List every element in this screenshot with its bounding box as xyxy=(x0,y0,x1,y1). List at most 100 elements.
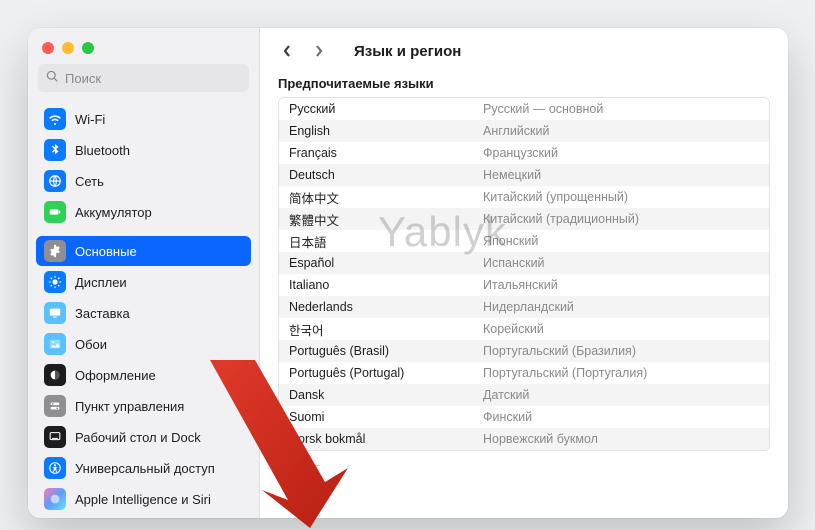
language-name: English xyxy=(279,124,479,138)
forward-button[interactable] xyxy=(310,42,328,60)
language-name: 日本語 xyxy=(279,232,479,251)
language-row[interactable]: EnglishАнглийский xyxy=(279,120,769,142)
header: Язык и регион xyxy=(260,28,788,66)
sidebar-item-accessibility[interactable]: Универсальный доступ xyxy=(36,453,251,483)
language-description: Итальянский xyxy=(479,278,769,292)
sidebar-item-appearance[interactable]: Оформление xyxy=(36,360,251,390)
add-language-button[interactable]: ＋ xyxy=(280,457,304,477)
language-row[interactable]: ItalianoИтальянский xyxy=(279,274,769,296)
language-name: Русский xyxy=(279,102,479,116)
sidebar-item-label: Заставка xyxy=(75,306,130,321)
language-name: Italiano xyxy=(279,278,479,292)
language-description: Португальский (Бразилия) xyxy=(479,344,769,358)
sidebar-item-label: Дисплеи xyxy=(75,275,127,290)
sidebar-item-label: Пункт управления xyxy=(75,399,184,414)
globe-icon xyxy=(44,170,66,192)
language-description: Корейский xyxy=(479,322,769,336)
gear-icon xyxy=(44,240,66,262)
language-name: Dansk xyxy=(279,388,479,402)
back-button[interactable] xyxy=(278,42,296,60)
sidebar-item-battery[interactable]: Аккумулятор xyxy=(36,197,251,227)
language-row[interactable]: NederlandsНидерландский xyxy=(279,296,769,318)
sidebar-item-displays[interactable]: Дисплеи xyxy=(36,267,251,297)
sidebar-item-spotlight[interactable]: Spotlight xyxy=(36,515,251,518)
search-input[interactable] xyxy=(65,71,241,86)
sidebar-item-screensaver[interactable]: Заставка xyxy=(36,298,251,328)
language-description: Английский xyxy=(479,124,769,138)
language-name: 한국어 xyxy=(279,320,479,339)
language-name: Português (Portugal) xyxy=(279,366,479,380)
language-description: Датский xyxy=(479,388,769,402)
sidebar-item-wallpaper[interactable]: Обои xyxy=(36,329,251,359)
screensaver-icon xyxy=(44,302,66,324)
language-name: 繁體中文 xyxy=(279,210,479,229)
sidebar-item-label: Apple Intelligence и Siri xyxy=(75,492,211,507)
search-wrap xyxy=(28,64,259,100)
language-row[interactable]: FrançaisФранцузский xyxy=(279,142,769,164)
sidebar-item-label: Сеть xyxy=(75,174,104,189)
language-row[interactable]: 한국어Корейский xyxy=(279,318,769,340)
language-row[interactable]: 日本語Японский xyxy=(279,230,769,252)
language-description: Норвежский букмол xyxy=(479,432,769,446)
language-name: Português (Brasil) xyxy=(279,344,479,358)
sidebar-item-general[interactable]: Основные xyxy=(36,236,251,266)
sidebar-item-wifi[interactable]: Wi-Fi xyxy=(36,104,251,134)
appearance-icon xyxy=(44,364,66,386)
language-description: Китайский (упрощенный) xyxy=(479,190,769,204)
accessibility-icon xyxy=(44,457,66,479)
language-name: Nederlands xyxy=(279,300,479,314)
sidebar-item-label: Аккумулятор xyxy=(75,205,152,220)
main: Язык и регион Предпочитаемые языки Русск… xyxy=(260,28,788,518)
sidebar-item-label: Универсальный доступ xyxy=(75,461,215,476)
language-description: Португальский (Португалия) xyxy=(479,366,769,380)
language-row[interactable]: Português (Brasil)Португальский (Бразили… xyxy=(279,340,769,362)
close-button[interactable] xyxy=(42,42,54,54)
remove-language-button[interactable]: − xyxy=(304,457,328,477)
battery-icon xyxy=(44,201,66,223)
language-description: Русский — основной xyxy=(479,102,769,116)
language-row[interactable]: EspañolИспанский xyxy=(279,252,769,274)
language-description: Японский xyxy=(479,234,769,248)
control-center-icon xyxy=(44,395,66,417)
language-description: Немецкий xyxy=(479,168,769,182)
content: Предпочитаемые языки РусскийРусский — ос… xyxy=(260,66,788,518)
wifi-icon xyxy=(44,108,66,130)
language-name: Norsk bokmål xyxy=(279,432,479,446)
sidebar-item-label: Обои xyxy=(75,337,107,352)
language-name: 简体中文 xyxy=(279,188,479,207)
language-row[interactable]: DanskДатский xyxy=(279,384,769,406)
language-row[interactable]: Português (Portugal)Португальский (Порту… xyxy=(279,362,769,384)
language-description: Французский xyxy=(479,146,769,160)
section-title: Предпочитаемые языки xyxy=(278,76,770,91)
language-name: Español xyxy=(279,256,479,270)
sidebar-item-control-center[interactable]: Пункт управления xyxy=(36,391,251,421)
language-description: Финский xyxy=(479,410,769,424)
search-field[interactable] xyxy=(38,64,249,92)
language-row[interactable]: DeutschНемецкий xyxy=(279,164,769,186)
language-row[interactable]: РусскийРусский — основной xyxy=(279,98,769,120)
sidebar-item-desktop-dock[interactable]: Рабочий стол и Dock xyxy=(36,422,251,452)
sidebar-item-bluetooth[interactable]: Bluetooth xyxy=(36,135,251,165)
language-row[interactable]: 简体中文Китайский (упрощенный) xyxy=(279,186,769,208)
sidebar-item-label: Bluetooth xyxy=(75,143,130,158)
minimize-button[interactable] xyxy=(62,42,74,54)
sidebar-item-label: Рабочий стол и Dock xyxy=(75,430,201,445)
siri-icon xyxy=(44,488,66,510)
maximize-button[interactable] xyxy=(82,42,94,54)
language-description: Испанский xyxy=(479,256,769,270)
language-row[interactable]: Norsk bokmålНорвежский букмол xyxy=(279,428,769,450)
language-name: Deutsch xyxy=(279,168,479,182)
language-row[interactable]: 繁體中文Китайский (традиционный) xyxy=(279,208,769,230)
sidebar-item-network[interactable]: Сеть xyxy=(36,166,251,196)
sidebar-item-label: Оформление xyxy=(75,368,156,383)
search-icon xyxy=(46,70,65,86)
sidebar: Wi-Fi Bluetooth Сеть Аккумулятор xyxy=(28,28,260,518)
sidebar-item-label: Wi-Fi xyxy=(75,112,105,127)
desktop-dock-icon xyxy=(44,426,66,448)
sidebar-item-label: Основные xyxy=(75,244,137,259)
sidebar-item-siri[interactable]: Apple Intelligence и Siri xyxy=(36,484,251,514)
language-name: Suomi xyxy=(279,410,479,424)
window-controls xyxy=(28,28,259,64)
language-row[interactable]: SuomiФинский xyxy=(279,406,769,428)
wallpaper-icon xyxy=(44,333,66,355)
